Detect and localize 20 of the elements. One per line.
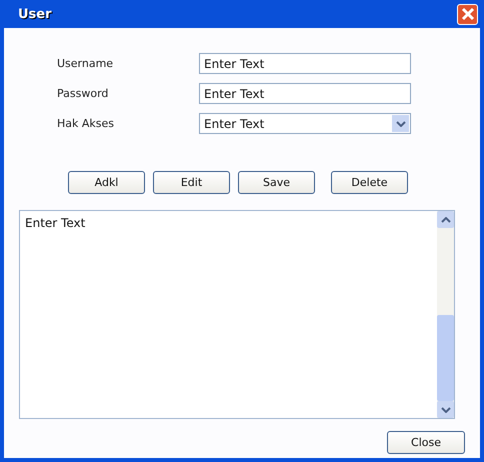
scroll-down-icon (440, 406, 450, 412)
field-label: Password (56, 87, 110, 100)
input-field[interactable]: Enter Text (199, 83, 411, 104)
action-button[interactable]: Edit (153, 171, 230, 194)
scroll-bar[interactable] (437, 211, 454, 418)
chevron-down-icon (396, 120, 406, 126)
action-button[interactable]: Save (238, 171, 315, 194)
close-button[interactable] (457, 4, 478, 24)
text-area[interactable]: Enter Text (19, 210, 455, 419)
dropdown-field[interactable]: Enter Text (199, 113, 411, 134)
window-title: User (18, 6, 52, 22)
field-label: Hak Akses (56, 117, 116, 130)
dropdown-button[interactable] (392, 115, 409, 132)
action-button[interactable]: Adkl (68, 171, 145, 194)
close-button[interactable]: Close (387, 431, 465, 454)
input-field[interactable]: Enter Text (199, 53, 411, 74)
scroll-up-icon (440, 216, 450, 222)
close-icon (460, 7, 474, 21)
action-button[interactable]: Delete (331, 171, 408, 194)
field-label: Username (56, 57, 114, 70)
